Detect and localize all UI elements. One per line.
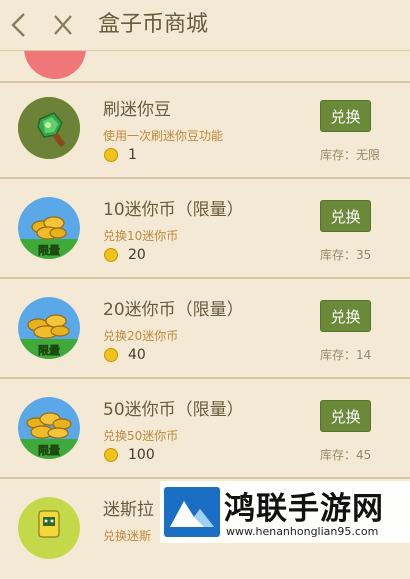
- list-item: 刷迷你豆 使用一次刷迷你豆功能 1 兑换 库存：无限: [0, 81, 410, 179]
- close-icon[interactable]: [52, 13, 74, 37]
- item-price: 20: [128, 247, 146, 263]
- green-robot-icon: [18, 497, 80, 559]
- item-stock: 库存：35: [320, 248, 372, 262]
- item-description: 兑换50迷你币: [103, 429, 179, 443]
- header-bar: 盒子币商城: [0, 0, 410, 51]
- watermark-title: 鸿联手游网: [224, 491, 384, 527]
- list-item: 限量 50迷你币（限量） 兑换50迷你币 100 兑换 库存：45: [0, 381, 410, 479]
- gold-coins-icon: 限量: [18, 197, 80, 259]
- gold-coins-icon: 限量: [18, 397, 80, 459]
- item-icon-partial: [24, 51, 86, 79]
- item-description: 兑换20迷你币: [103, 329, 179, 343]
- item-name: 迷斯拉: [103, 500, 154, 520]
- item-stock: 库存：45: [320, 448, 372, 462]
- item-name: 10迷你币（限量）: [103, 200, 244, 220]
- coin-icon: [104, 448, 118, 462]
- item-price: 1: [128, 147, 137, 163]
- list-item: 限量 10迷你币（限量） 兑换10迷你币 20 兑换 库存：35: [0, 181, 410, 279]
- item-price: 40: [128, 347, 146, 363]
- item-name: 刷迷你豆: [103, 100, 171, 120]
- coin-icon: [104, 248, 118, 262]
- item-name: 50迷你币（限量）: [103, 400, 244, 420]
- back-arrow-icon[interactable]: [8, 11, 30, 39]
- list-item-partial-top: [0, 51, 410, 83]
- exchange-button[interactable]: 兑换: [320, 400, 371, 432]
- coin-icon: [104, 348, 118, 362]
- coin-icon: [104, 148, 118, 162]
- item-description: 兑换10迷你币: [103, 229, 179, 243]
- exchange-button[interactable]: 兑换: [320, 100, 371, 132]
- limited-badge: 限量: [38, 343, 60, 357]
- item-description: 兑换迷斯: [103, 529, 152, 543]
- mini-bean-brush-icon: [18, 97, 80, 159]
- exchange-button[interactable]: 兑换: [320, 200, 371, 232]
- list-item: 限量 20迷你币（限量） 兑换20迷你币 40 兑换 库存：14: [0, 281, 410, 379]
- page-title: 盒子币商城: [98, 12, 209, 37]
- item-stock: 库存：14: [320, 348, 372, 362]
- limited-badge: 限量: [38, 243, 60, 257]
- limited-badge: 限量: [38, 443, 60, 457]
- gold-coins-icon: 限量: [18, 297, 80, 359]
- watermark: 鸿联手游网 www.henanhonglian95.com: [160, 481, 410, 543]
- exchange-button[interactable]: 兑换: [320, 300, 371, 332]
- item-name: 20迷你币（限量）: [103, 300, 244, 320]
- item-description: 使用一次刷迷你豆功能: [103, 129, 224, 143]
- watermark-logo-icon: [164, 487, 220, 537]
- item-price: 100: [128, 447, 155, 463]
- item-stock: 库存：无限: [320, 148, 381, 162]
- watermark-url: www.henanhonglian95.com: [226, 525, 379, 538]
